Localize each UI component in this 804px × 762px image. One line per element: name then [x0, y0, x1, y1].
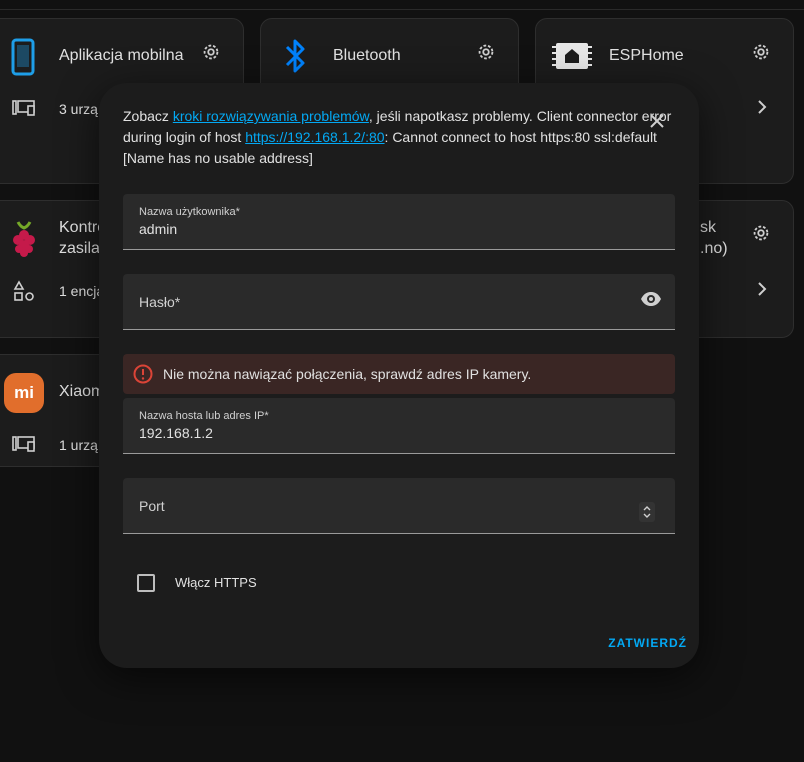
close-icon[interactable]: [647, 111, 667, 131]
card-title: Bluetooth: [333, 47, 401, 64]
dialog-description: Zobacz kroki rozwiązywania problemów, je…: [123, 106, 675, 169]
error-alert: Nie można nawiązać połączenia, sprawdź a…: [123, 354, 675, 394]
host-field[interactable]: Nazwa hosta lub adres IP* 192.168.1.2: [123, 398, 675, 454]
phone-icon: [11, 38, 35, 76]
devices-icon: [12, 436, 35, 452]
spinner-icon[interactable]: [639, 502, 655, 522]
port-field[interactable]: Port: [123, 478, 675, 534]
esphome-icon: [552, 43, 592, 69]
bluetooth-icon: [285, 39, 305, 73]
card-title: Aplikacja mobilna: [59, 47, 184, 64]
host-value[interactable]: 192.168.1.2: [139, 425, 213, 441]
card-title: Xiaom: [59, 383, 105, 400]
chevron-right-icon[interactable]: [754, 99, 770, 115]
error-icon: [133, 364, 153, 384]
troubleshooting-link[interactable]: kroki rozwiązywania problemów: [173, 108, 369, 124]
host-label: Nazwa hosta lub adres IP*: [139, 410, 269, 422]
password-field[interactable]: Hasło*: [123, 274, 675, 330]
https-label: Włącz HTTPS: [175, 575, 257, 590]
card-title: ESPHome: [609, 47, 684, 64]
devices-icon: [12, 100, 35, 116]
desc-prefix: Zobacz: [123, 108, 173, 124]
submit-button[interactable]: ZATWIERDŹ: [587, 631, 687, 655]
card-title-line2: zasila: [59, 240, 100, 257]
card-subtitle: 1 urzą: [59, 437, 98, 453]
password-label: Hasło*: [139, 294, 181, 310]
raspberry-icon: [13, 221, 35, 257]
gear-icon[interactable]: [750, 222, 772, 244]
username-field[interactable]: Nazwa użytkownika* admin: [123, 194, 675, 250]
config-dialog: Zobacz kroki rozwiązywania problemów, je…: [99, 83, 699, 668]
gear-icon[interactable]: [750, 41, 772, 63]
error-text: Nie można nawiązać połączenia, sprawdź a…: [163, 366, 532, 382]
top-divider: [0, 0, 804, 10]
port-label: Port: [139, 498, 165, 514]
card-title-line2: .no): [700, 240, 728, 257]
gear-icon[interactable]: [475, 41, 497, 63]
chevron-right-icon[interactable]: [754, 281, 770, 297]
eye-icon[interactable]: [640, 291, 662, 307]
xiaomi-icon: mi: [4, 373, 44, 413]
gear-icon[interactable]: [200, 41, 222, 63]
username-label: Nazwa użytkownika*: [139, 206, 240, 218]
card-title-line1: sk: [700, 219, 716, 236]
card-subtitle: 1 encja: [59, 283, 105, 299]
host-url-link[interactable]: https://192.168.1.2/:80: [245, 129, 384, 145]
https-checkbox[interactable]: [137, 574, 155, 592]
username-value[interactable]: admin: [139, 221, 177, 237]
card-subtitle: 3 urzą: [59, 101, 98, 117]
entities-icon: [13, 280, 34, 301]
